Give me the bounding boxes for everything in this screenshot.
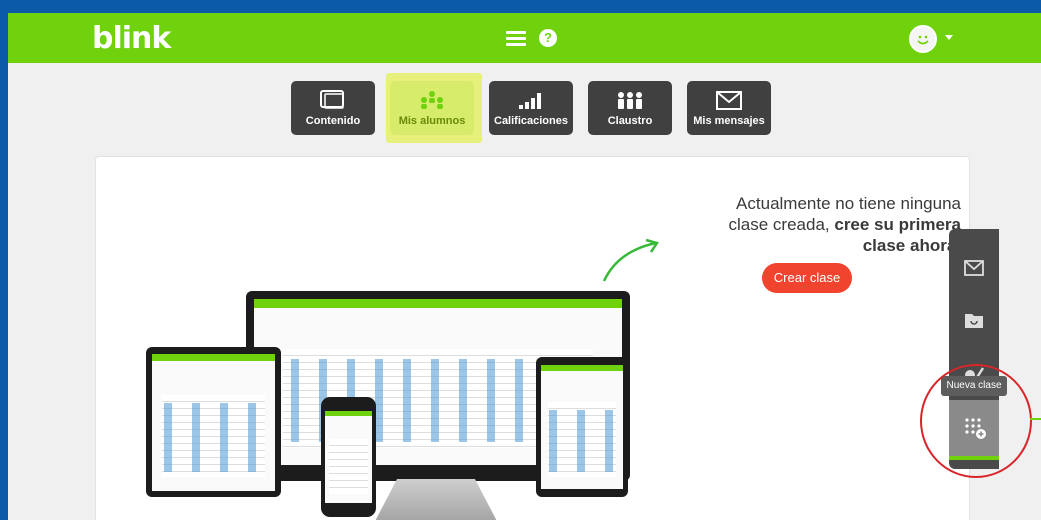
highlight-circle — [920, 364, 1032, 478]
message-bold: cree su primera — [834, 215, 961, 234]
nav-label: Mis alumnos — [398, 115, 466, 127]
crear-clase-button[interactable]: Crear clase — [762, 263, 852, 293]
avatar-dropdown-caret-icon[interactable] — [945, 35, 953, 40]
empty-state-panel: Actualmente no tiene ninguna clase cread… — [95, 156, 970, 520]
arrow-icon — [602, 238, 660, 282]
students-icon — [421, 91, 443, 109]
desktop-stand — [371, 479, 501, 520]
nav-calificaciones[interactable]: Calificaciones — [489, 81, 573, 135]
envelope-icon — [716, 91, 742, 110]
grades-chart-icon — [519, 93, 541, 109]
phone-illustration — [321, 397, 376, 517]
tablet-illustration — [536, 357, 628, 497]
message-line: clase creada, — [728, 215, 835, 234]
user-avatar[interactable] — [909, 25, 937, 53]
connector-line — [1030, 418, 1041, 420]
nav-contenido[interactable]: Contenido — [291, 81, 375, 135]
message-line: Actualmente no tiene ninguna — [736, 194, 961, 213]
monitor-icon — [320, 90, 344, 109]
envelope-icon[interactable] — [963, 257, 985, 279]
nav-label: Calificaciones — [494, 115, 568, 127]
laptop-illustration — [146, 347, 281, 497]
menu-icon[interactable] — [506, 31, 526, 47]
help-icon[interactable]: ? — [539, 29, 557, 47]
nav-label: Claustro — [607, 115, 653, 127]
teachers-icon — [618, 92, 642, 109]
folder-sync-icon[interactable] — [963, 309, 985, 331]
blink-logo[interactable]: blink — [92, 21, 171, 56]
nav-claustro[interactable]: Claustro — [588, 81, 672, 135]
nav-mis-alumnos[interactable]: Mis alumnos — [390, 81, 474, 135]
nav-label: Contenido — [305, 115, 361, 127]
empty-message: Actualmente no tiene ninguna clase cread… — [676, 193, 961, 256]
top-bar: blink ? — [8, 13, 1041, 63]
app-window: blink ? Contenido Mis alumnos Calificaci… — [8, 13, 1041, 520]
nav-label: Mis mensajes — [693, 115, 765, 127]
nav-mis-mensajes[interactable]: Mis mensajes — [687, 81, 771, 135]
message-bold: clase ahora. — [862, 236, 961, 255]
